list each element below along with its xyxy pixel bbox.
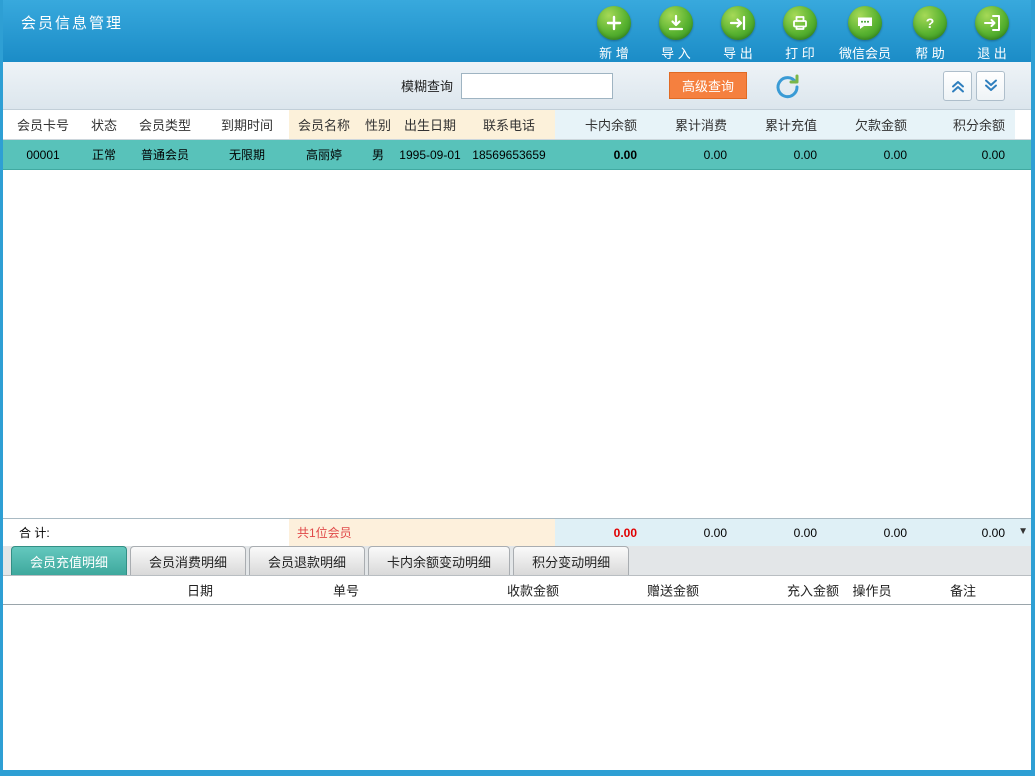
member-management-window: 会员信息管理 新 增 导 入 导 出 打 印 微信会员 ? 帮 助 退 出 模糊… <box>0 0 1035 776</box>
export-button[interactable]: 导 出 <box>715 6 761 62</box>
detail-col-remarks[interactable]: 备注 <box>950 581 976 600</box>
export-icon <box>720 6 755 40</box>
member-debt-amount: 0.00 <box>883 147 907 162</box>
tab-consumption-detail[interactable]: 会员消费明细 <box>130 546 247 575</box>
detail-tabs: 会员充值明细 会员消费明细 会员退款明细 卡内余额变动明细 积分变动明细 <box>3 546 1031 576</box>
member-row[interactable]: 00001 正常 普通会员 无限期 高丽婷 男 1995-09-01 18569… <box>3 140 1031 170</box>
col-status[interactable]: 状态 <box>83 110 125 139</box>
help-button[interactable]: ? 帮 助 <box>907 6 953 62</box>
detail-col-recharge-amount[interactable]: 充入金额 <box>787 581 839 600</box>
member-card-no: 00001 <box>26 147 60 162</box>
member-birthdate: 1995-09-01 <box>399 147 461 162</box>
member-type: 普通会员 <box>140 148 189 162</box>
detail-col-payment-amount[interactable]: 收款金额 <box>507 581 559 600</box>
members-table-header: 会员卡号 状态 会员类型 到期时间 会员名称 性别 出生日期 联系电话 卡内余额… <box>3 110 1031 140</box>
refresh-icon <box>772 71 802 101</box>
summary-points-balance: 0.00 <box>981 525 1005 540</box>
col-card-balance[interactable]: 卡内余额 <box>555 110 647 139</box>
panel-collapse-controls <box>943 70 1005 101</box>
import-label: 导 入 <box>661 46 691 61</box>
new-member-button[interactable]: 新 增 <box>591 6 637 62</box>
wechat-icon <box>847 6 882 40</box>
summary-card-balance: 0.00 <box>613 525 637 540</box>
double-chevron-down-icon <box>982 77 1000 95</box>
advanced-search-button[interactable]: 高级查询 <box>669 72 748 99</box>
help-label: 帮 助 <box>915 46 945 61</box>
new-member-label: 新 增 <box>599 46 629 61</box>
detail-col-gift-amount[interactable]: 赠送金额 <box>647 581 699 600</box>
refresh-button[interactable] <box>769 68 805 104</box>
tab-points-change-detail[interactable]: 积分变动明细 <box>513 546 630 575</box>
col-total-consumption[interactable]: 累计消费 <box>647 110 737 139</box>
print-label: 打 印 <box>785 46 815 61</box>
member-points-balance: 0.00 <box>981 147 1005 162</box>
expand-down-button[interactable] <box>976 70 1005 101</box>
col-member-name[interactable]: 会员名称 <box>289 110 359 139</box>
member-total-recharge: 0.00 <box>793 147 817 162</box>
detail-col-date[interactable]: 日期 <box>187 581 213 600</box>
toolbar: 新 增 导 入 导 出 打 印 微信会员 ? 帮 助 退 出 <box>591 6 1015 62</box>
col-total-recharge[interactable]: 累计充值 <box>737 110 827 139</box>
member-count-text: 共1位会员 <box>297 526 352 540</box>
scroll-down-arrow[interactable]: ▼ <box>1018 527 1028 537</box>
exit-button[interactable]: 退 出 <box>969 6 1015 62</box>
detail-table-empty-area <box>3 605 1031 770</box>
summary-values: 0.00 0.00 0.00 0.00 0.00 <box>555 519 1031 546</box>
col-gender[interactable]: 性别 <box>359 110 397 139</box>
member-card-balance: 0.00 <box>613 147 637 162</box>
member-total-consumption: 0.00 <box>703 147 727 162</box>
col-debt-amount[interactable]: 欠款金额 <box>827 110 917 139</box>
col-points-balance[interactable]: 积分余额 <box>917 110 1015 139</box>
double-chevron-up-icon <box>949 77 967 95</box>
col-expiry[interactable]: 到期时间 <box>205 110 289 139</box>
search-input[interactable] <box>461 72 614 99</box>
exit-label: 退 出 <box>977 46 1007 61</box>
summary-count-area: 共1位会员 <box>289 519 555 546</box>
members-table-empty-area <box>3 170 1031 518</box>
col-member-type[interactable]: 会员类型 <box>125 110 205 139</box>
export-label: 导 出 <box>723 46 753 61</box>
summary-total-consumption: 0.00 <box>703 525 727 540</box>
print-icon <box>782 6 817 40</box>
summary-debt-amount: 0.00 <box>883 525 907 540</box>
detail-col-order-no[interactable]: 单号 <box>333 581 359 600</box>
print-button[interactable]: 打 印 <box>777 6 823 62</box>
col-card-no[interactable]: 会员卡号 <box>3 110 83 139</box>
import-button[interactable]: 导 入 <box>653 6 699 62</box>
member-status: 正常 <box>91 148 116 162</box>
plus-icon <box>596 6 631 40</box>
svg-text:?: ? <box>926 15 935 31</box>
help-icon: ? <box>913 6 947 40</box>
window-bottom-border <box>3 770 1031 776</box>
member-phone: 18569653659 <box>472 147 546 162</box>
member-expiry: 无限期 <box>228 148 265 162</box>
summary-total-recharge: 0.00 <box>793 525 817 540</box>
titlebar: 会员信息管理 新 增 导 入 导 出 打 印 微信会员 ? 帮 助 退 出 <box>3 0 1031 62</box>
member-name: 高丽婷 <box>305 148 342 162</box>
import-icon <box>658 6 693 40</box>
page-title: 会员信息管理 <box>21 15 124 32</box>
member-gender: 男 <box>371 148 384 162</box>
summary-row: 合 计: 共1位会员 0.00 0.00 0.00 0.00 0.00 ▼ <box>3 518 1031 546</box>
col-birthdate[interactable]: 出生日期 <box>397 110 463 139</box>
detail-table-header: 日期 单号 收款金额 赠送金额 充入金额 操作员 备注 <box>3 576 1031 605</box>
exit-icon <box>975 6 1009 40</box>
collapse-up-button[interactable] <box>943 70 972 101</box>
summary-label: 合 计: <box>3 519 289 546</box>
wechat-member-button[interactable]: 微信会员 <box>839 6 891 62</box>
col-phone[interactable]: 联系电话 <box>463 110 555 139</box>
search-row: 模糊查询 高级查询 <box>3 62 1031 110</box>
detail-col-operator[interactable]: 操作员 <box>852 581 891 600</box>
tab-refund-detail[interactable]: 会员退款明细 <box>249 546 366 575</box>
fuzzy-search-label: 模糊查询 <box>401 79 454 94</box>
tab-balance-change-detail[interactable]: 卡内余额变动明细 <box>368 546 511 575</box>
wechat-member-label: 微信会员 <box>838 46 891 61</box>
tab-recharge-detail[interactable]: 会员充值明细 <box>11 546 128 575</box>
